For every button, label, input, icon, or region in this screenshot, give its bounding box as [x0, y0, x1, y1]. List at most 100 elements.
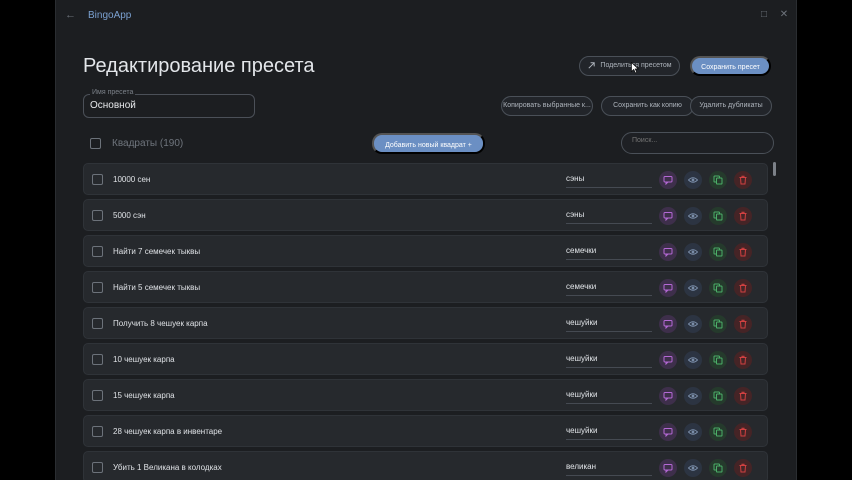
delete-button[interactable] [734, 315, 752, 333]
row-checkbox[interactable] [92, 246, 103, 257]
copy-icon [713, 427, 723, 437]
view-button[interactable] [684, 459, 702, 477]
delete-button[interactable] [734, 171, 752, 189]
comment-icon [663, 356, 673, 365]
duplicate-button[interactable] [709, 315, 727, 333]
eye-icon [688, 177, 698, 183]
square-category[interactable]: чешуйки [566, 318, 652, 332]
row-checkbox[interactable] [92, 282, 103, 293]
copy-selected-button[interactable]: Копировать выбранные к... [501, 96, 593, 116]
duplicate-button[interactable] [709, 243, 727, 261]
view-button[interactable] [684, 351, 702, 369]
list-item: 10000 сен сэны [83, 163, 768, 195]
row-checkbox[interactable] [92, 390, 103, 401]
select-all-checkbox[interactable] [90, 138, 101, 149]
row-checkbox[interactable] [92, 318, 103, 329]
list-item: Получить 8 чешуек карпа чешуйки [83, 307, 768, 339]
delete-duplicates-button[interactable]: Удалить дубликаты [690, 96, 772, 116]
copy-icon [713, 175, 723, 185]
comment-button[interactable] [659, 171, 677, 189]
copy-icon [713, 283, 723, 293]
delete-button[interactable] [734, 279, 752, 297]
view-button[interactable] [684, 171, 702, 189]
share-preset-button[interactable]: Поделиться пресетом [579, 56, 680, 76]
comment-icon [663, 176, 673, 185]
duplicate-button[interactable] [709, 459, 727, 477]
list-scrollbar[interactable] [773, 160, 777, 480]
square-category[interactable]: семечки [566, 246, 652, 260]
square-text: 5000 сэн [113, 211, 146, 220]
share-icon [588, 61, 596, 69]
page-title: Редактирование пресета [83, 55, 315, 77]
comment-button[interactable] [659, 387, 677, 405]
eye-icon [688, 393, 698, 399]
delete-button[interactable] [734, 423, 752, 441]
copy-icon [713, 355, 723, 365]
save-as-copy-button[interactable]: Сохранить как копию [601, 96, 694, 116]
comment-icon [663, 212, 673, 221]
comment-button[interactable] [659, 315, 677, 333]
view-button[interactable] [684, 279, 702, 297]
trash-icon [739, 211, 747, 221]
back-arrow-icon[interactable]: ← [65, 9, 77, 21]
save-preset-button[interactable]: Сохранить пресет [690, 56, 771, 76]
delete-button[interactable] [734, 351, 752, 369]
comment-button[interactable] [659, 207, 677, 225]
eye-icon [688, 357, 698, 363]
square-category[interactable]: великан [566, 462, 652, 476]
delete-button[interactable] [734, 387, 752, 405]
square-category[interactable]: чешуйки [566, 390, 652, 404]
view-button[interactable] [684, 315, 702, 333]
scrollbar-thumb[interactable] [773, 162, 776, 176]
square-category[interactable]: сэны [566, 210, 652, 224]
square-category[interactable]: чешуйки [566, 354, 652, 368]
square-category[interactable]: сэны [566, 174, 652, 188]
titlebar: ← BingoApp □ ✕ [56, 0, 796, 32]
view-button[interactable] [684, 387, 702, 405]
list-item: 15 чешуек карпа чешуйки [83, 379, 768, 411]
copy-icon [713, 391, 723, 401]
list-item: Убить 1 Великана в колодках великан [83, 451, 768, 480]
comment-button[interactable] [659, 459, 677, 477]
trash-icon [739, 283, 747, 293]
comment-icon [663, 320, 673, 329]
list-item: 28 чешуек карпа в инвентаре чешуйки [83, 415, 768, 447]
square-category[interactable]: чешуйки [566, 426, 652, 440]
copy-icon [713, 211, 723, 221]
eye-icon [688, 429, 698, 435]
list-item: 5000 сэн сэны [83, 199, 768, 231]
comment-button[interactable] [659, 423, 677, 441]
row-checkbox[interactable] [92, 210, 103, 221]
close-icon[interactable]: ✕ [778, 9, 790, 21]
preset-name-input[interactable] [90, 100, 248, 111]
search-input[interactable] [632, 137, 762, 144]
comment-button[interactable] [659, 351, 677, 369]
duplicate-button[interactable] [709, 387, 727, 405]
delete-button[interactable] [734, 459, 752, 477]
duplicate-button[interactable] [709, 171, 727, 189]
square-category[interactable]: семечки [566, 282, 652, 296]
restore-icon[interactable]: □ [758, 9, 770, 21]
view-button[interactable] [684, 243, 702, 261]
view-button[interactable] [684, 423, 702, 441]
view-button[interactable] [684, 207, 702, 225]
delete-button[interactable] [734, 243, 752, 261]
duplicate-button[interactable] [709, 351, 727, 369]
row-checkbox[interactable] [92, 174, 103, 185]
row-checkbox[interactable] [92, 426, 103, 437]
comment-button[interactable] [659, 279, 677, 297]
list-item: Найти 7 семечек тыквы семечки [83, 235, 768, 267]
comment-icon [663, 248, 673, 257]
duplicate-button[interactable] [709, 423, 727, 441]
row-checkbox[interactable] [92, 354, 103, 365]
eye-icon [688, 249, 698, 255]
duplicate-button[interactable] [709, 279, 727, 297]
preset-name-field[interactable]: Имя пресета [83, 89, 255, 118]
row-checkbox[interactable] [92, 462, 103, 473]
eye-icon [688, 465, 698, 471]
comment-button[interactable] [659, 243, 677, 261]
delete-button[interactable] [734, 207, 752, 225]
search-box[interactable] [621, 132, 774, 154]
duplicate-button[interactable] [709, 207, 727, 225]
add-square-button[interactable]: Добавить новый квадрат + [372, 133, 485, 154]
